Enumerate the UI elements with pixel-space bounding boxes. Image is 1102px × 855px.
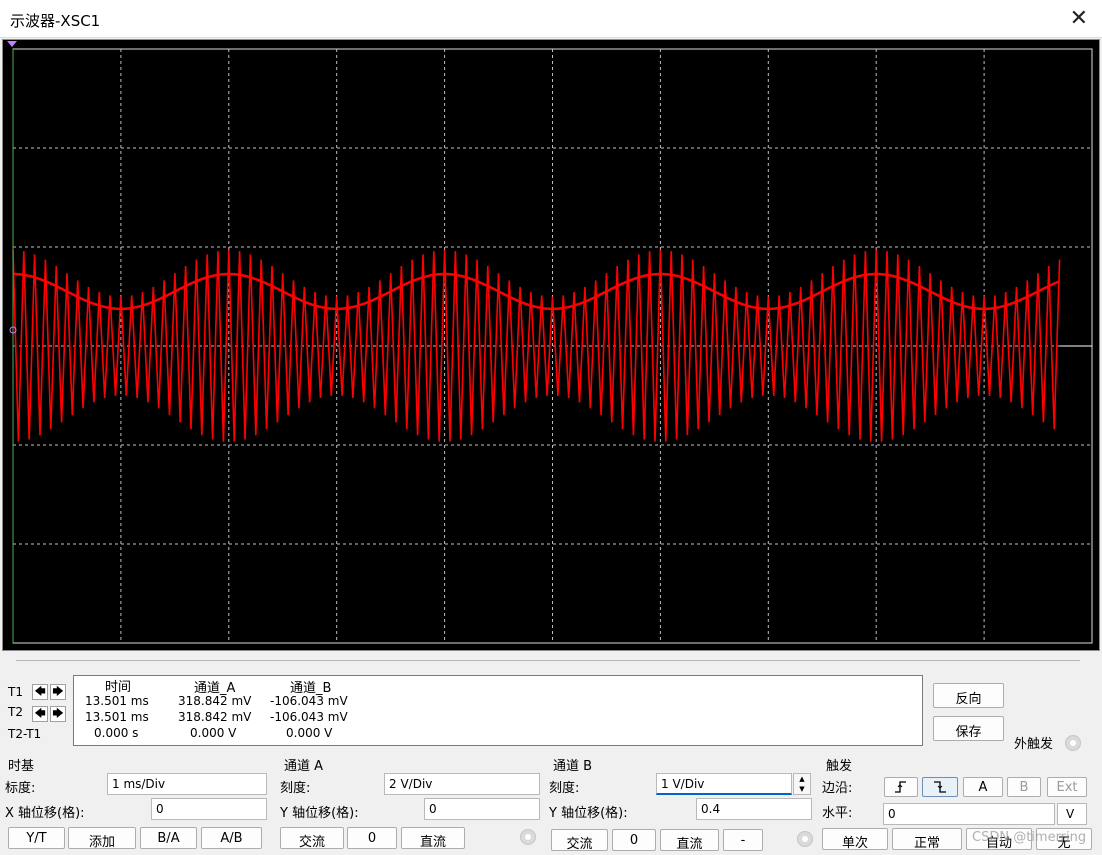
oscilloscope-screen[interactable] bbox=[2, 39, 1100, 651]
window-title: 示波器-XSC1 bbox=[10, 12, 101, 30]
diff-time: 0.000 s bbox=[94, 726, 139, 740]
channel-b-offset-field[interactable]: 0.4 bbox=[696, 798, 812, 820]
diff-channel-b: 0.000 V bbox=[286, 726, 333, 740]
channel-a-title: 通道 A bbox=[284, 759, 324, 774]
spin-up-icon[interactable]: ▲ bbox=[794, 774, 810, 784]
t2-channel-a: 318.842 mV bbox=[178, 710, 252, 724]
t2-right-arrow-icon[interactable]: 🡆 bbox=[50, 706, 66, 722]
channel-b-scale-field[interactable]: 1 V/Div bbox=[656, 773, 792, 795]
timebase-scale-label: 标度: bbox=[5, 781, 36, 796]
ext-trigger-label: 外触发 bbox=[1014, 737, 1054, 752]
ab-mode-button[interactable]: A/B bbox=[201, 827, 262, 849]
trigger-title: 触发 bbox=[826, 759, 853, 774]
trigger-source-a-button[interactable]: A bbox=[963, 777, 1003, 797]
diff-channel-a: 0.000 V bbox=[190, 726, 237, 740]
t2-channel-b: -106.043 mV bbox=[270, 710, 348, 724]
falling-edge-icon bbox=[934, 781, 946, 793]
ba-mode-button[interactable]: B/A bbox=[140, 827, 197, 849]
channel-b-invert-button[interactable]: - bbox=[723, 829, 763, 851]
channel-a-dc-button[interactable]: 直流 bbox=[401, 827, 465, 850]
channel-a-terminal[interactable] bbox=[520, 829, 536, 845]
trigger-marker-icon[interactable] bbox=[7, 41, 17, 47]
t1-time: 13.501 ms bbox=[85, 694, 149, 708]
cursor-t2-label: T2 bbox=[8, 705, 23, 719]
add-mode-button[interactable]: 添加 bbox=[68, 827, 136, 850]
channel-a-envelope bbox=[13, 272, 1061, 311]
channel-b-scale-spinner[interactable]: ▲ ▼ bbox=[793, 773, 811, 795]
channel-a-scale-field[interactable]: 2 V/Div bbox=[384, 773, 540, 795]
cursor-t1-label: T1 bbox=[8, 685, 23, 699]
trigger-source-b-button[interactable]: B bbox=[1007, 777, 1041, 797]
channel-b-ac-button[interactable]: 交流 bbox=[551, 829, 608, 852]
channel-b-terminal[interactable] bbox=[797, 831, 813, 847]
falling-edge-button[interactable] bbox=[922, 777, 958, 797]
spin-down-icon[interactable]: ▼ bbox=[794, 784, 810, 794]
trigger-level-label: 水平: bbox=[822, 806, 853, 821]
trigger-edge-label: 边沿: bbox=[822, 781, 853, 796]
oscilloscope-display bbox=[7, 41, 1093, 644]
t2-time: 13.501 ms bbox=[85, 710, 149, 724]
t1-left-arrow-icon[interactable]: 🡄 bbox=[32, 684, 48, 700]
rising-edge-button[interactable] bbox=[884, 777, 918, 797]
channel-a-offset-label: Y 轴位移(格): bbox=[280, 806, 359, 821]
watermark: CSDN @timerring bbox=[972, 830, 1087, 845]
reverse-button[interactable]: 反向 bbox=[933, 683, 1004, 708]
trigger-level-unit[interactable]: V bbox=[1057, 803, 1087, 825]
cursor-diff-label: T2-T1 bbox=[8, 727, 42, 741]
save-button[interactable]: 保存 bbox=[933, 716, 1004, 741]
x-offset-label: X 轴位移(格): bbox=[5, 806, 85, 821]
t1-channel-b: -106.043 mV bbox=[270, 694, 348, 708]
title-bar: 示波器-XSC1 ✕ bbox=[0, 0, 1102, 38]
t2-left-arrow-icon[interactable]: 🡄 bbox=[32, 706, 48, 722]
trigger-level-field[interactable]: 0 bbox=[883, 803, 1055, 825]
ext-trigger-terminal[interactable] bbox=[1065, 735, 1081, 751]
measurement-table: 时间 通道_A 通道_B 13.501 ms 318.842 mV -106.0… bbox=[73, 675, 923, 746]
timebase-scale-field[interactable]: 1 ms/Div bbox=[107, 773, 267, 795]
x-offset-field[interactable]: 0 bbox=[151, 798, 267, 820]
channel-b-title: 通道 B bbox=[553, 759, 593, 774]
channel-b-scale-label: 刻度: bbox=[549, 781, 580, 796]
channel-b-zero-button[interactable]: 0 bbox=[612, 829, 656, 851]
rising-edge-icon bbox=[895, 781, 906, 793]
timebase-title: 时基 bbox=[8, 759, 35, 774]
channel-a-scale-label: 刻度: bbox=[280, 781, 311, 796]
trigger-source-ext-button[interactable]: Ext bbox=[1047, 777, 1087, 797]
yt-mode-button[interactable]: Y/T bbox=[8, 827, 65, 849]
channel-a-zero-button[interactable]: 0 bbox=[347, 827, 397, 849]
header-time: 时间 bbox=[105, 680, 132, 695]
channel-b-offset-label: Y 轴位移(格): bbox=[549, 806, 628, 821]
channel-b-dc-button[interactable]: 直流 bbox=[660, 829, 719, 852]
trigger-normal-button[interactable]: 正常 bbox=[892, 828, 962, 851]
t1-channel-a: 318.842 mV bbox=[178, 694, 252, 708]
divider bbox=[16, 660, 1080, 661]
channel-a-ac-button[interactable]: 交流 bbox=[280, 827, 344, 850]
t1-right-arrow-icon[interactable]: 🡆 bbox=[50, 684, 66, 700]
trigger-single-button[interactable]: 单次 bbox=[822, 828, 888, 851]
channel-a-offset-field[interactable]: 0 bbox=[424, 798, 540, 820]
close-icon[interactable]: ✕ bbox=[1070, 6, 1088, 31]
